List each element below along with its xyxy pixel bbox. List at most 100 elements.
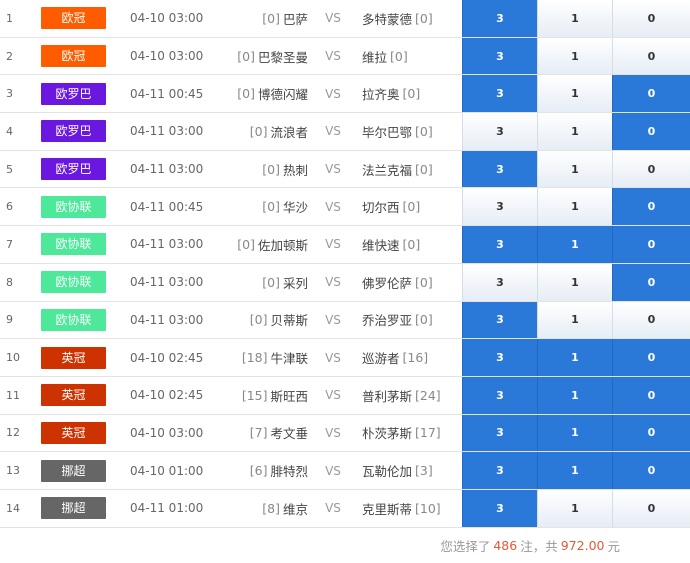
league-badge[interactable]: 欧冠 (41, 7, 106, 30)
vs-label: VS (325, 275, 341, 290)
bet-option-0[interactable]: 0 (612, 376, 690, 414)
total-amount: 972.00 (560, 538, 605, 553)
bet-option-3[interactable]: 3 (462, 113, 537, 150)
league-badge[interactable]: 欧协联 (41, 308, 106, 331)
bet-option-0[interactable]: 0 (612, 0, 690, 37)
summary-suffix: 元 (607, 539, 620, 554)
bet-option-3[interactable]: 3 (462, 339, 537, 376)
home-team: [18] 牛津联 (200, 339, 308, 376)
away-team: 朴茨茅斯 [17] (362, 415, 462, 452)
home-rank: [15] (241, 387, 268, 403)
league-badge[interactable]: 英冠 (41, 346, 106, 369)
away-rank: [0] (415, 123, 433, 139)
bet-option-1[interactable]: 1 (537, 376, 612, 414)
bet-option-3[interactable]: 3 (462, 376, 537, 414)
bet-option-1[interactable]: 1 (537, 489, 612, 527)
match-row: 13 挪超 04-10 01:00 [6] 腓特烈 VS 瓦勒伦加 [3] 3 1 0 (0, 452, 690, 490)
bet-option-3[interactable]: 3 (462, 150, 537, 188)
away-team: 维拉 [0] (362, 38, 462, 75)
league-badge[interactable]: 欧罗巴 (41, 120, 106, 143)
bet-option-3[interactable]: 3 (462, 188, 537, 226)
bet-option-1[interactable]: 1 (537, 188, 612, 226)
league-badge[interactable]: 欧协联 (41, 195, 106, 218)
league-badge[interactable]: 欧冠 (41, 45, 106, 68)
league-badge[interactable]: 欧协联 (41, 233, 106, 256)
bet-option-0[interactable]: 0 (612, 150, 690, 188)
bet-option-0[interactable]: 0 (612, 75, 690, 113)
bet-option-0[interactable]: 0 (612, 263, 690, 301)
vs-label: VS (325, 11, 341, 26)
match-row: 7 欧协联 04-11 03:00 [0] 佐加顿斯 VS 维快速 [0] 3 1 0 (0, 226, 690, 264)
bet-option-0[interactable]: 0 (612, 301, 690, 339)
away-team-name: 瓦勒伦加 (362, 464, 413, 480)
home-team: [0] 佐加顿斯 (200, 226, 308, 263)
bet-option-3[interactable]: 3 (462, 226, 537, 263)
bet-option-0[interactable]: 0 (612, 188, 690, 226)
away-team: 乔治罗亚 [0] (362, 302, 462, 339)
row-index: 5 (6, 162, 13, 176)
bet-option-1[interactable]: 1 (537, 414, 612, 452)
home-team-name: 贝蒂斯 (270, 313, 308, 329)
bet-option-0[interactable]: 0 (612, 452, 690, 489)
league-badge[interactable]: 欧罗巴 (41, 158, 106, 181)
away-team: 毕尔巴鄂 [0] (362, 113, 462, 150)
match-row: 11 英冠 04-10 02:45 [15] 斯旺西 VS 普利茅斯 [24] 3 1 0 (0, 376, 690, 415)
bet-option-3[interactable]: 3 (462, 452, 537, 489)
bet-option-3[interactable]: 3 (462, 263, 537, 301)
bet-option-0[interactable]: 0 (612, 113, 690, 150)
bet-option-0[interactable]: 0 (612, 37, 690, 75)
home-team-name: 博德闪耀 (257, 87, 308, 103)
league-badge[interactable]: 欧罗巴 (41, 82, 106, 105)
home-team-name: 考文垂 (270, 426, 308, 442)
bet-option-0[interactable]: 0 (612, 226, 690, 263)
away-team-name: 拉齐奥 (362, 87, 400, 103)
bet-option-1[interactable]: 1 (537, 339, 612, 376)
bet-option-3[interactable]: 3 (462, 37, 537, 75)
bet-option-0[interactable]: 0 (612, 489, 690, 527)
bet-option-0[interactable]: 0 (612, 414, 690, 452)
summary-mid: 注，共 (520, 539, 558, 554)
league-badge-wrap: 欧协联 (41, 302, 106, 339)
bet-option-3[interactable]: 3 (462, 489, 537, 527)
bet-option-0[interactable]: 0 (612, 339, 690, 376)
bet-option-1[interactable]: 1 (537, 263, 612, 301)
away-team-name: 佛罗伦萨 (362, 275, 413, 291)
home-team: [7] 考文垂 (200, 415, 308, 452)
bet-option-3[interactable]: 3 (462, 301, 537, 339)
bet-option-1[interactable]: 1 (537, 113, 612, 150)
bet-option-3[interactable]: 3 (462, 75, 537, 113)
league-badge[interactable]: 欧协联 (41, 271, 106, 294)
bet-option-1[interactable]: 1 (537, 75, 612, 113)
league-badge[interactable]: 挪超 (41, 459, 106, 482)
bet-option-1[interactable]: 1 (537, 226, 612, 263)
bet-option-1[interactable]: 1 (537, 301, 612, 339)
away-team-name: 朴茨茅斯 (362, 426, 413, 442)
league-badge-wrap: 欧罗巴 (41, 75, 106, 112)
bet-option-1[interactable]: 1 (537, 150, 612, 188)
home-team: [15] 斯旺西 (200, 377, 308, 414)
bet-option-1[interactable]: 1 (537, 0, 612, 37)
row-index: 12 (6, 426, 20, 440)
home-team: [0] 博德闪耀 (200, 75, 308, 112)
away-team-name: 普利茅斯 (362, 388, 413, 404)
away-team: 瓦勒伦加 [3] (362, 452, 462, 489)
away-team: 巡游者 [16] (362, 339, 462, 376)
league-badge[interactable]: 英冠 (41, 384, 106, 407)
bet-option-3[interactable]: 3 (462, 414, 537, 452)
league-badge[interactable]: 挪超 (41, 497, 106, 520)
home-rank: [0] (262, 161, 280, 177)
league-badge-wrap: 欧罗巴 (41, 113, 106, 150)
home-rank: [0] (237, 236, 255, 252)
league-badge-wrap: 欧协联 (41, 226, 106, 263)
league-badge-wrap: 英冠 (41, 415, 106, 452)
league-badge-wrap: 欧协联 (41, 188, 106, 225)
bet-option-3[interactable]: 3 (462, 0, 537, 37)
home-team-name: 流浪者 (270, 124, 308, 140)
away-team: 法兰克福 [0] (362, 151, 462, 188)
league-badge[interactable]: 英冠 (41, 421, 106, 444)
home-team-name: 巴萨 (282, 11, 308, 27)
home-team: [6] 腓特烈 (200, 452, 308, 489)
away-rank: [0] (415, 274, 433, 290)
bet-option-1[interactable]: 1 (537, 452, 612, 489)
bet-option-1[interactable]: 1 (537, 37, 612, 75)
